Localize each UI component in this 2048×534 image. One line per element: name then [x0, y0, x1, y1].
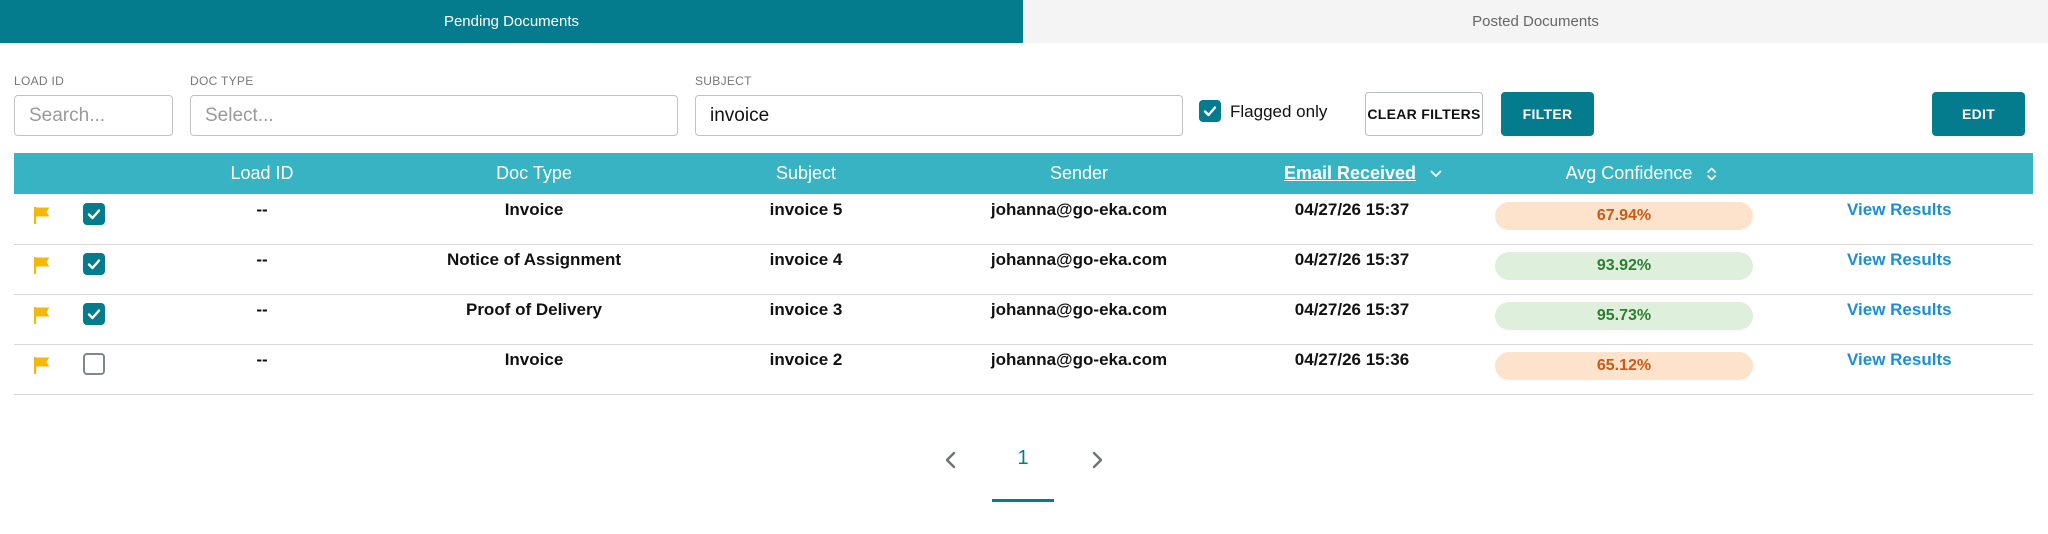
cell-subject: invoice 5: [769, 200, 843, 219]
column-header-sender: Sender: [1049, 163, 1109, 183]
row-checkbox[interactable]: [83, 203, 105, 225]
cell-load-id: --: [256, 350, 268, 369]
table-header: Load ID Doc Type Subject Sender Email Re…: [14, 153, 2033, 194]
filter-button[interactable]: FILTER: [1501, 92, 1594, 136]
flag-icon[interactable]: [32, 355, 52, 375]
check-icon: [87, 309, 101, 320]
doc-type-select[interactable]: Select...: [190, 95, 678, 136]
view-results-link[interactable]: View Results: [1847, 295, 1952, 325]
cell-email-received: 04/27/26 15:37: [1294, 200, 1410, 219]
tab-pending-documents[interactable]: Pending Documents: [0, 0, 1023, 43]
row-checkbox[interactable]: [83, 253, 105, 275]
document-tabs: Pending Documents Posted Documents: [0, 0, 2048, 43]
view-results-link[interactable]: View Results: [1847, 245, 1952, 275]
cell-doc-type: Invoice: [504, 350, 564, 369]
cell-doc-type: Notice of Assignment: [446, 250, 622, 269]
doc-type-placeholder: Select...: [205, 104, 274, 126]
cell-subject: invoice 3: [769, 300, 843, 319]
tab-posted-documents[interactable]: Posted Documents: [1023, 0, 2048, 43]
page-number-current[interactable]: 1: [1017, 447, 1028, 470]
clear-filters-button[interactable]: CLEAR FILTERS: [1365, 92, 1483, 136]
subject-input[interactable]: [695, 95, 1183, 136]
edit-button[interactable]: EDIT: [1932, 92, 2025, 136]
flagged-only-checkbox[interactable]: [1199, 100, 1221, 122]
confidence-badge: 93.92%: [1495, 252, 1753, 280]
table-row[interactable]: -- Notice of Assignment invoice 4 johanna@g…: [14, 245, 2033, 295]
flag-icon[interactable]: [32, 205, 52, 225]
check-icon: [1203, 106, 1217, 117]
table-row[interactable]: -- Proof of Delivery invoice 3 johanna@go-e…: [14, 295, 2033, 345]
cell-load-id: --: [256, 300, 268, 319]
table-row[interactable]: -- Invoice invoice 2 johanna@go-eka.com 04/2…: [14, 345, 2033, 395]
load-id-label: LOAD ID: [14, 74, 65, 88]
load-id-search-input[interactable]: [14, 95, 173, 136]
cell-email-received: 04/27/26 15:37: [1294, 300, 1410, 319]
subject-label: SUBJECT: [695, 74, 752, 88]
cell-email-received: 04/27/26 15:36: [1294, 350, 1410, 369]
cell-sender: johanna@go-eka.com: [990, 250, 1168, 269]
cell-email-received: 04/27/26 15:37: [1294, 250, 1410, 269]
column-header-subject: Subject: [775, 163, 837, 183]
chevron-right-icon[interactable]: [1085, 448, 1109, 472]
column-header-avg-confidence[interactable]: Avg Confidence: [1566, 153, 1717, 194]
chevron-left-icon[interactable]: [939, 448, 963, 472]
cell-load-id: --: [256, 250, 268, 269]
view-results-link[interactable]: View Results: [1847, 195, 1952, 225]
confidence-badge: 95.73%: [1495, 302, 1753, 330]
confidence-badge: 67.94%: [1495, 202, 1753, 230]
email-received-label: Email Received: [1283, 163, 1417, 183]
sort-icon: [1706, 166, 1716, 182]
current-page-indicator: [992, 499, 1054, 502]
doc-type-label: DOC TYPE: [190, 74, 254, 88]
cell-subject: invoice 2: [769, 350, 843, 369]
cell-load-id: --: [256, 200, 268, 219]
flag-icon[interactable]: [32, 255, 52, 275]
check-icon: [87, 259, 101, 270]
column-header-load-id: Load ID: [230, 163, 294, 183]
flag-icon[interactable]: [32, 305, 52, 325]
row-checkbox[interactable]: [83, 353, 105, 375]
avg-confidence-label: Avg Confidence: [1565, 163, 1693, 183]
confidence-badge: 65.12%: [1495, 352, 1753, 380]
cell-sender: johanna@go-eka.com: [990, 200, 1168, 219]
column-header-doc-type: Doc Type: [496, 163, 572, 183]
flagged-only-label: Flagged only: [1230, 102, 1328, 121]
check-icon: [87, 209, 101, 220]
cell-doc-type: Proof of Delivery: [465, 300, 603, 319]
cell-doc-type: Invoice: [504, 200, 564, 219]
view-results-link[interactable]: View Results: [1847, 345, 1952, 375]
row-checkbox[interactable]: [83, 303, 105, 325]
cell-sender: johanna@go-eka.com: [990, 350, 1168, 369]
cell-subject: invoice 4: [769, 250, 843, 269]
table-row[interactable]: -- Invoice invoice 5 johanna@go-eka.com 04/2…: [14, 195, 2033, 245]
column-header-email-received[interactable]: Email Received: [1284, 153, 1442, 194]
cell-sender: johanna@go-eka.com: [990, 300, 1168, 319]
chevron-down-icon: [1430, 170, 1442, 178]
